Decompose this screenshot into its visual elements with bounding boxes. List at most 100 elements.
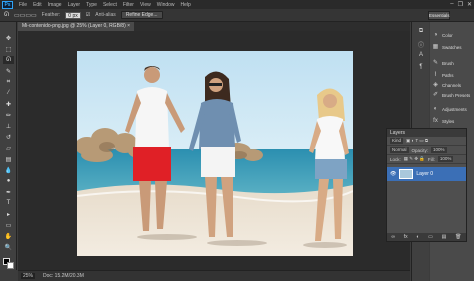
panel-adjustments[interactable]: ◐ Adjustments: [432, 106, 467, 112]
beach-photo: [77, 51, 353, 256]
antialias-label: Anti-alias: [95, 12, 116, 18]
layer-mask-icon[interactable]: ◐: [416, 234, 419, 240]
document-size: Doc: 15.2M/20.3M: [43, 273, 84, 279]
lock-icons[interactable]: ▦ ✎ ✥ 🔒: [404, 156, 425, 162]
menu-window[interactable]: Window: [157, 2, 175, 8]
layer-name[interactable]: Layer 0: [416, 171, 433, 177]
background-color-swatch[interactable]: [7, 262, 14, 269]
blend-mode-select[interactable]: Normal: [390, 147, 409, 153]
layers-panel-title[interactable]: Layers: [390, 130, 405, 136]
layer-thumbnail: [399, 169, 414, 179]
panel-swatches-label: Swatches: [442, 44, 462, 50]
new-group-icon[interactable]: ▭: [428, 234, 433, 240]
document-image[interactable]: [77, 51, 353, 256]
zoom-level[interactable]: 25%: [21, 273, 36, 279]
history-brush-tool-icon[interactable]: ↺: [3, 133, 14, 141]
selection-mode-icons[interactable]: ▭▭▭▭: [14, 12, 37, 19]
layers-panel-header: Layers: [387, 129, 466, 137]
document-tab[interactable]: Mi-contenido-png.jpg @ 25% (Layer 0, RGB…: [18, 22, 135, 31]
zoom-tool-icon[interactable]: 🔍: [3, 243, 14, 251]
panel-adjustments-label: Adjustments: [442, 106, 467, 112]
healing-tool-icon[interactable]: ✚: [3, 100, 14, 108]
panel-styles[interactable]: fx Styles: [432, 118, 454, 124]
opacity-label: Opacity:: [411, 147, 429, 153]
pen-tool-icon[interactable]: ✒: [3, 188, 14, 196]
marquee-tool-icon[interactable]: ⬚: [3, 45, 14, 53]
menu-filter[interactable]: Filter: [123, 2, 134, 8]
menu-image[interactable]: Image: [48, 2, 62, 8]
lasso-tool-icon[interactable]: ᘏ: [4, 12, 9, 19]
history-icon[interactable]: ⧉: [416, 28, 426, 35]
paragraph-icon[interactable]: ¶: [416, 64, 426, 71]
panel-channels-label: Channels: [442, 82, 462, 88]
kind-filter-select[interactable]: Kind: [390, 138, 404, 144]
document-tab-bar: Mi-contenido-png.jpg @ 25% (Layer 0, RGB…: [18, 22, 410, 31]
hand-tool-icon[interactable]: ✋: [3, 232, 14, 240]
menu-type[interactable]: Type: [86, 2, 97, 8]
refine-edge-button[interactable]: Refine Edge...: [120, 11, 163, 19]
panel-swatches[interactable]: ▦ Swatches: [432, 44, 462, 50]
layers-blend-row: Normal Opacity: 100%: [387, 146, 466, 155]
menu-layer[interactable]: Layer: [68, 2, 81, 8]
quick-select-tool-icon[interactable]: ✎: [3, 67, 14, 75]
layers-footer: ∞ fx ◐ ▭ ▤ 🗑: [387, 233, 466, 241]
channels-icon: ◈: [433, 82, 438, 88]
menu-view[interactable]: View: [140, 2, 151, 8]
panel-brush-presets[interactable]: ✐ Brush Presets: [432, 92, 470, 98]
panel-color[interactable]: ◑ Color: [432, 32, 453, 38]
layer-row-layer-0[interactable]: 👁 Layer 0: [387, 167, 466, 181]
eyedropper-tool-icon[interactable]: ⁄: [3, 89, 14, 97]
brush-icon: ✎: [432, 60, 439, 66]
menu-edit[interactable]: Edit: [33, 2, 42, 8]
panel-channels[interactable]: ◈ Channels: [432, 82, 461, 88]
panel-paths[interactable]: ⌇ Paths: [432, 72, 454, 78]
visibility-eye-icon[interactable]: 👁: [390, 171, 396, 177]
menu-help[interactable]: Help: [181, 2, 191, 8]
dodge-tool-icon[interactable]: ●: [3, 177, 14, 185]
document-title: Mi-contenido-png.jpg @ 25% (Layer 0, RGB…: [22, 23, 126, 29]
swatches-icon: ▦: [432, 44, 439, 50]
panel-paths-label: Paths: [442, 72, 454, 78]
panel-brush[interactable]: ✎ Brush: [432, 60, 454, 66]
panel-brush-label: Brush: [442, 60, 454, 66]
clone-stamp-tool-icon[interactable]: ⊥: [3, 122, 14, 130]
feather-input[interactable]: 0 px: [65, 11, 81, 19]
layer-style-icon[interactable]: fx: [404, 234, 408, 240]
layers-filter-row: Kind ▣ ◐ T ▭ ⧉: [387, 137, 466, 146]
close-icon[interactable]: ✕: [467, 1, 472, 8]
tab-close-icon[interactable]: ×: [127, 23, 130, 29]
menu-file[interactable]: File: [19, 2, 27, 8]
new-layer-icon[interactable]: ▤: [442, 234, 447, 240]
status-bar: 25% Doc: 15.2M/20.3M: [18, 270, 410, 281]
workspace-select[interactable]: Essentials: [428, 11, 450, 20]
brush-tool-icon[interactable]: ✏: [3, 111, 14, 119]
blur-tool-icon[interactable]: 💧: [3, 166, 14, 174]
restore-icon[interactable]: ❐: [458, 1, 463, 8]
styles-icon: fx: [433, 118, 438, 124]
properties-icon[interactable]: ⓘ: [416, 40, 426, 49]
character-icon[interactable]: A: [416, 52, 426, 59]
opacity-input[interactable]: 100%: [431, 147, 447, 153]
minimize-icon[interactable]: –: [450, 1, 453, 8]
link-layers-icon[interactable]: ∞: [391, 234, 395, 240]
shape-tool-icon[interactable]: ▭: [3, 221, 14, 229]
menu-select[interactable]: Select: [103, 2, 117, 8]
tools-panel: ✥ ⬚ ᘏ ✎ ⌗ ⁄ ✚ ✏ ⊥ ↺ ▱ ▤ 💧 ● ✒ T ▸ ▭ ✋ 🔍: [0, 22, 17, 270]
filter-icons[interactable]: ▣ ◐ T ▭ ⧉: [406, 138, 428, 144]
window-controls: – ❐ ✕: [450, 1, 472, 8]
menu-bar: Ps File Edit Image Layer Type Select Fil…: [0, 0, 474, 9]
antialias-checkbox[interactable]: ☑: [86, 12, 90, 18]
panel-color-label: Color: [442, 32, 453, 38]
app-logo: Ps: [2, 0, 13, 9]
move-tool-icon[interactable]: ✥: [3, 34, 14, 42]
crop-tool-icon[interactable]: ⌗: [3, 78, 14, 86]
lasso-tool-icon[interactable]: ᘏ: [3, 56, 14, 64]
eraser-tool-icon[interactable]: ▱: [3, 144, 14, 152]
lock-label: Lock:: [390, 156, 401, 162]
adjustments-icon: ◐: [433, 106, 438, 112]
fill-input[interactable]: 100%: [437, 156, 454, 162]
delete-layer-icon[interactable]: 🗑: [455, 234, 461, 240]
path-select-tool-icon[interactable]: ▸: [3, 210, 14, 218]
gradient-tool-icon[interactable]: ▤: [3, 155, 14, 163]
type-tool-icon[interactable]: T: [3, 199, 14, 207]
